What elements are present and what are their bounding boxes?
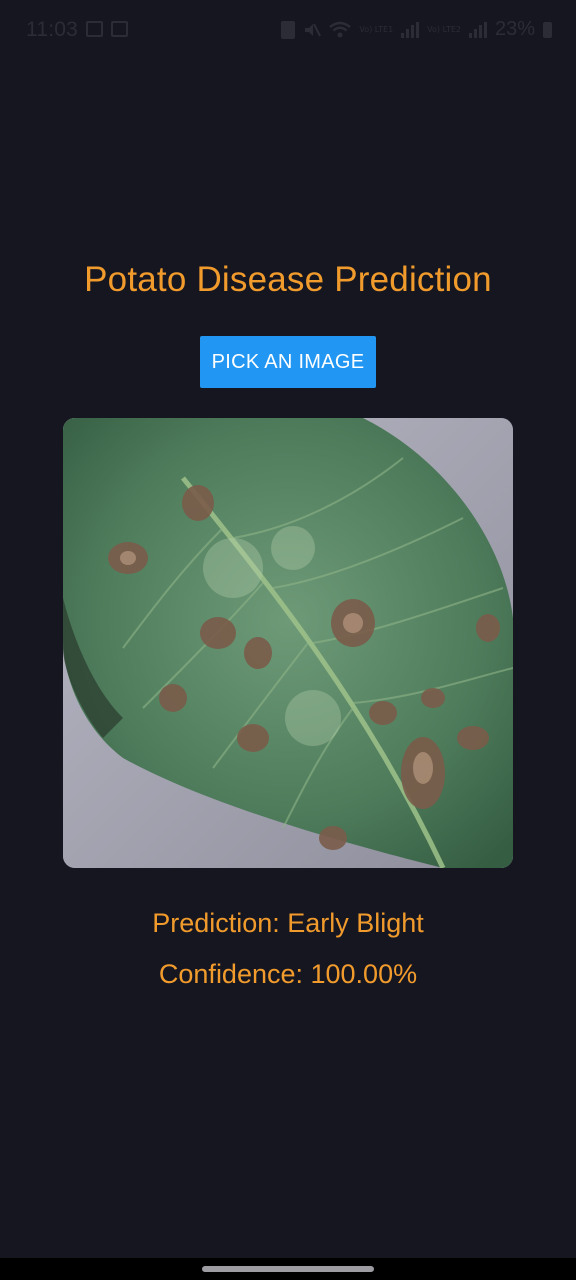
- navigation-bar: [0, 1258, 576, 1280]
- page-title: Potato Disease Prediction: [84, 260, 492, 299]
- app-screen: 11:03 Vo) LTE1 Vo) LTE2 23% Potato Disea…: [0, 0, 576, 1280]
- confidence-result: Confidence: 100.00%: [158, 959, 418, 989]
- status-notification-icons: [86, 21, 128, 37]
- leaf-photo: [63, 418, 513, 868]
- status-bar: 11:03 Vo) LTE1 Vo) LTE2 23%: [0, 0, 576, 60]
- prediction-result: Prediction: Early Blight: [152, 908, 424, 938]
- status-time: 11:03: [26, 18, 78, 41]
- network-label-2: Vo) LTE2: [427, 24, 461, 34]
- pick-image-button[interactable]: PICK AN IMAGE: [200, 336, 376, 388]
- mute-icon: [305, 23, 322, 36]
- battery-icon: [543, 21, 552, 38]
- wifi-icon: [329, 21, 352, 37]
- signal-icon: [468, 21, 487, 38]
- home-gesture-handle[interactable]: [202, 1266, 374, 1272]
- battery-saver-icon: [281, 20, 296, 39]
- status-system-icons: Vo) LTE1 Vo) LTE2 23%: [281, 18, 552, 41]
- signal-icon: [401, 21, 420, 38]
- selected-leaf-image: [63, 418, 513, 868]
- gallery-icon: [86, 21, 103, 37]
- network-label-1: Vo) LTE1: [359, 24, 394, 34]
- battery-percent: 23%: [494, 18, 535, 40]
- calendar-icon: [111, 21, 128, 37]
